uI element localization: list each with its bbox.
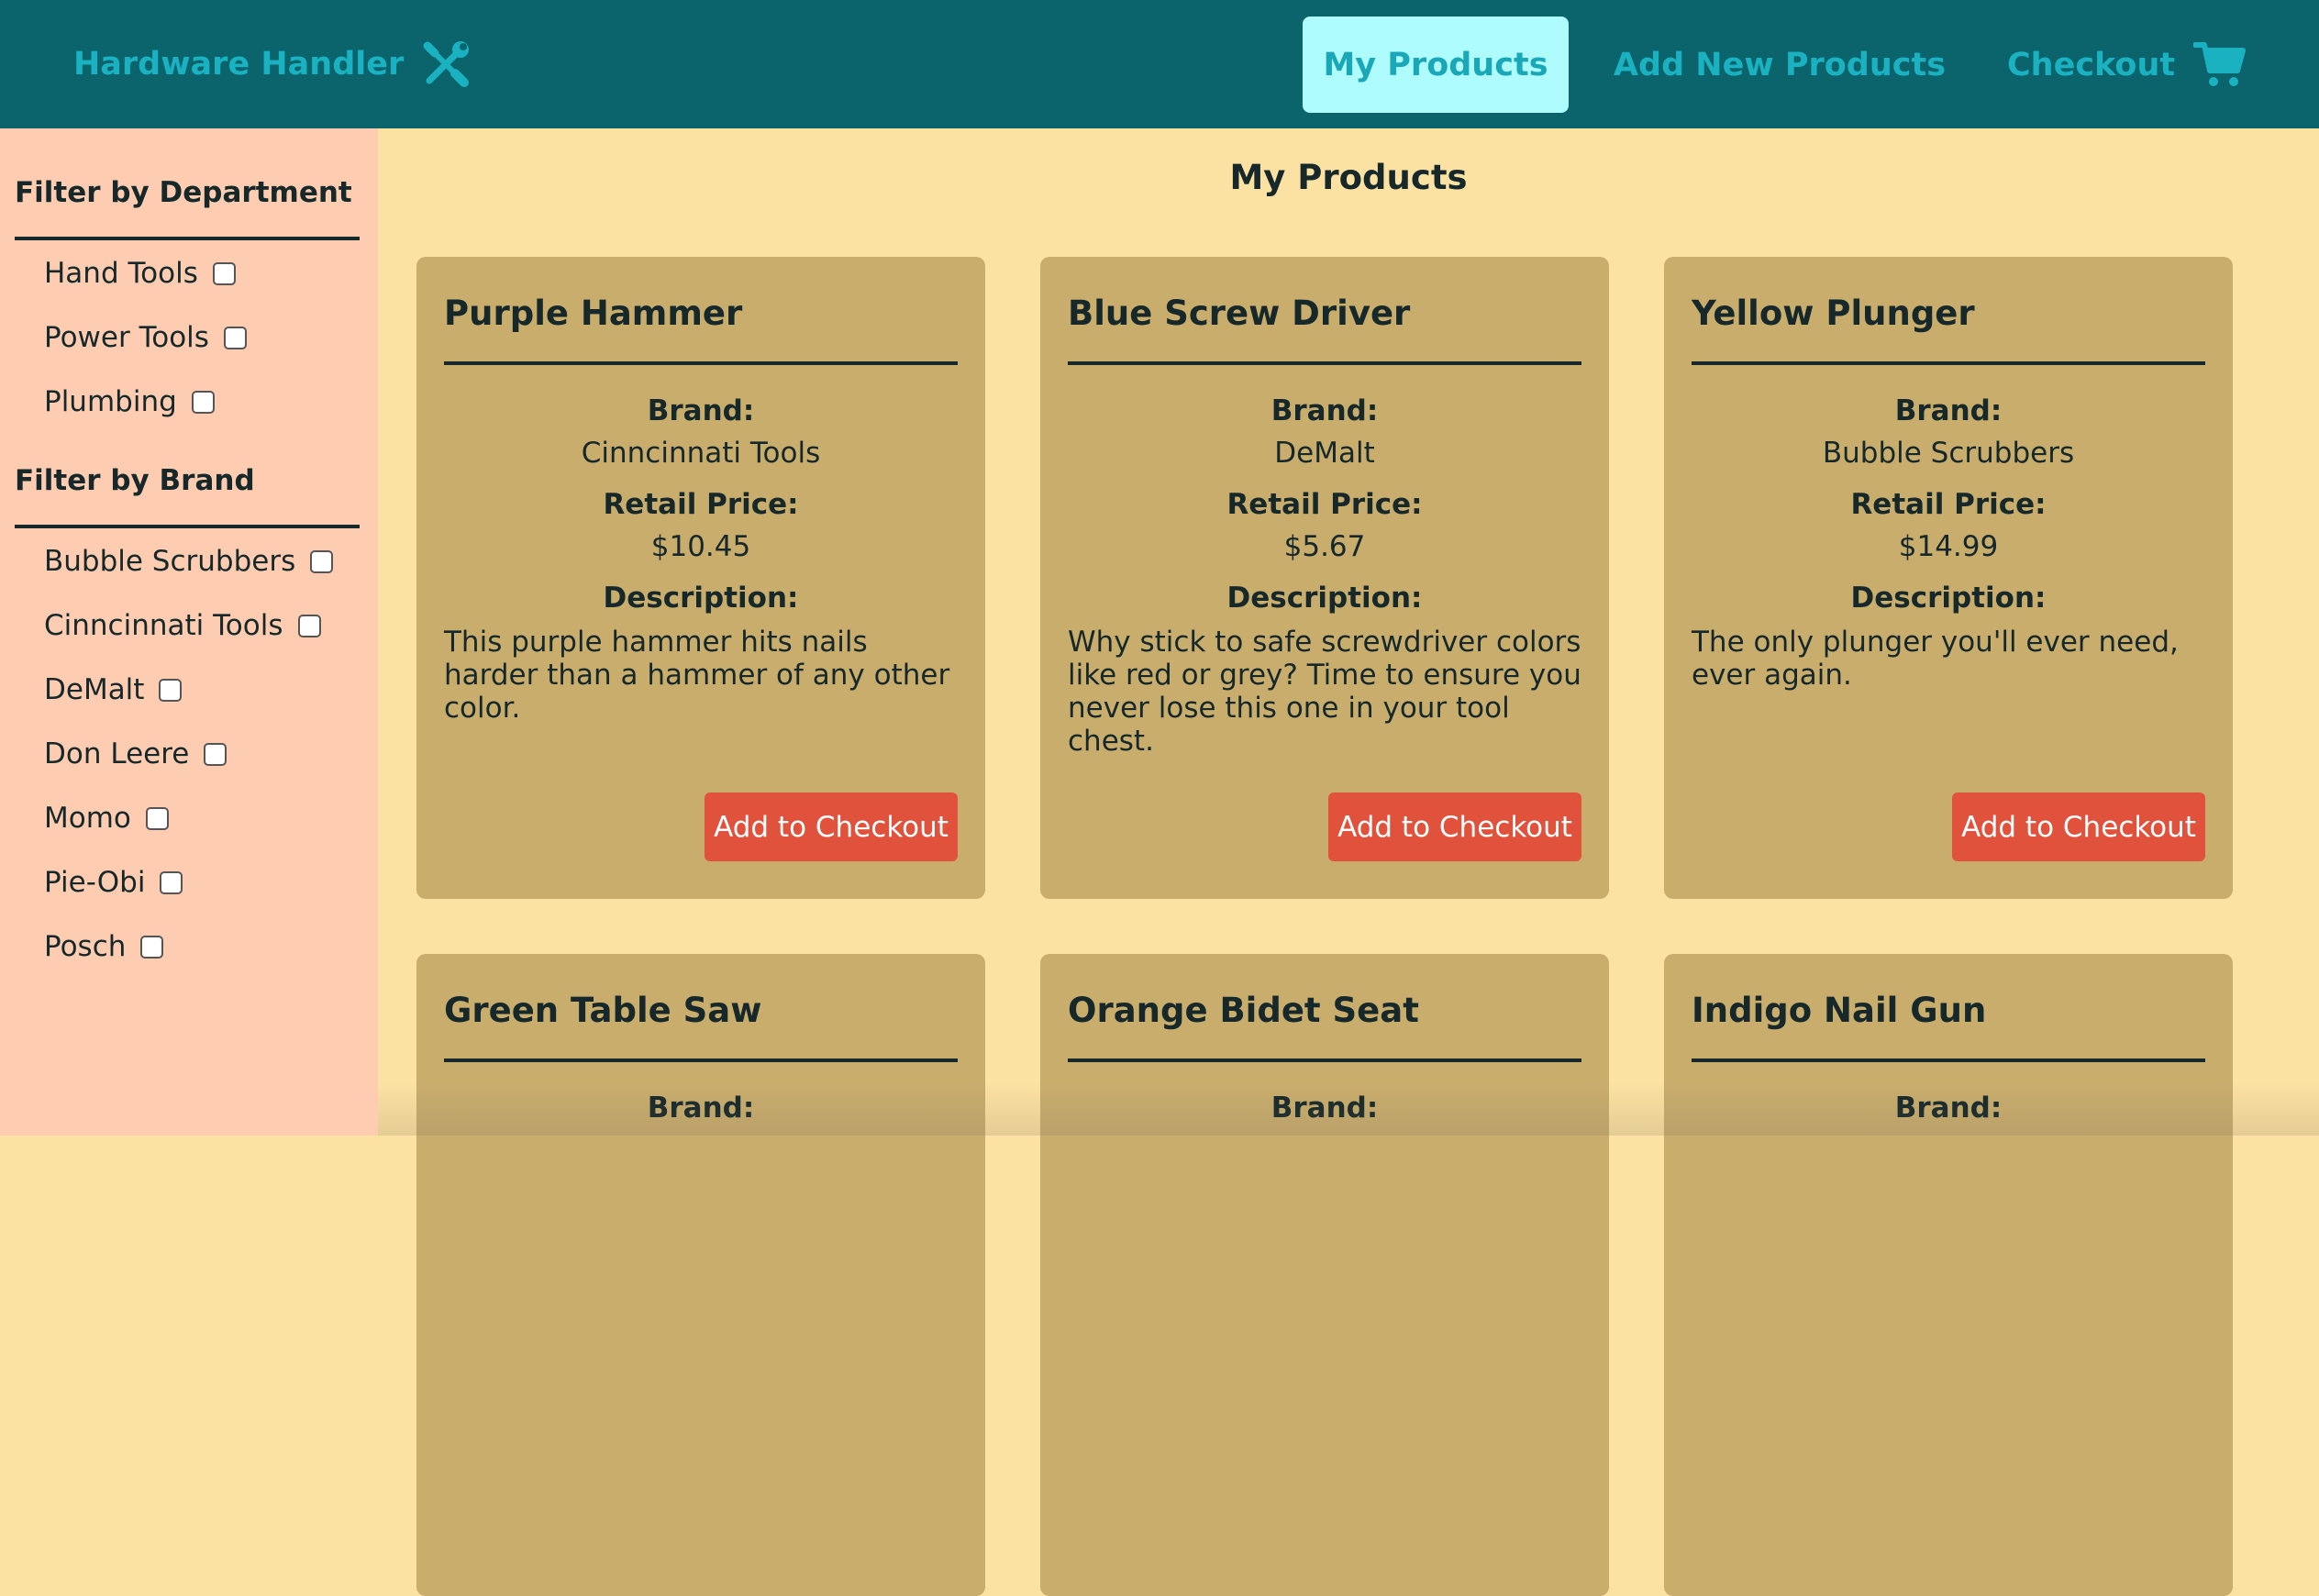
filter-brand-momo[interactable]: Momo (44, 802, 169, 835)
product-divider (1068, 361, 1581, 365)
brand-checkbox[interactable] (297, 614, 321, 637)
nav-checkout[interactable]: Checkout (2007, 17, 2264, 113)
filter-sidebar: Filter by Department Hand Tools Power To… (0, 128, 378, 1136)
filter-brand-demalt[interactable]: DeMalt (44, 673, 183, 706)
filter-label: Plumbing (44, 385, 177, 418)
description-label: Description: (603, 582, 799, 615)
filter-department-power-tools[interactable]: Power Tools (44, 321, 247, 354)
product-brand: Bubble Scrubbers (1822, 437, 2075, 470)
brand-checkbox[interactable] (140, 935, 164, 959)
app-brand[interactable]: Hardware Handler (73, 0, 472, 128)
price-label: Retail Price: (603, 488, 799, 521)
product-name: Yellow Plunger (1692, 294, 1975, 333)
product-name: Purple Hammer (444, 294, 743, 333)
product-divider (1692, 1058, 2205, 1062)
brand-filter-divider (15, 525, 360, 528)
department-checkbox[interactable] (212, 261, 236, 285)
product-card: Blue Screw Driver Brand: DeMalt Retail P… (1040, 257, 1609, 899)
add-to-checkout-button[interactable]: Add to Checkout (1328, 792, 1581, 861)
brand-label: Brand: (1270, 394, 1379, 427)
product-name: Blue Screw Driver (1068, 294, 1411, 333)
filter-label: Pie-Obi (44, 866, 146, 899)
brand-label: Brand: (1894, 394, 2003, 427)
nav-checkout-label: Checkout (2007, 46, 2176, 83)
product-price: $10.45 (650, 530, 751, 563)
brand-checkbox[interactable] (204, 742, 227, 766)
price-label: Retail Price: (1226, 488, 1423, 521)
product-divider (444, 361, 958, 365)
filter-label: Cinncinnati Tools (44, 609, 283, 642)
product-price: $14.99 (1898, 530, 1999, 563)
filter-brand-don-leere[interactable]: Don Leere (44, 737, 227, 770)
product-description: Why stick to safe screwdriver colors lik… (1068, 626, 1581, 758)
brand-checkbox[interactable] (160, 870, 183, 894)
product-card: Orange Bidet Seat Brand: (1040, 954, 1609, 1596)
product-brand: Cinncinnati Tools (581, 437, 821, 470)
filter-label: Bubble Scrubbers (44, 545, 296, 578)
description-label: Description: (1226, 582, 1423, 615)
department-filter-divider (15, 237, 360, 240)
product-description: This purple hammer hits nails harder tha… (444, 626, 950, 725)
product-card: Indigo Nail Gun Brand: (1664, 954, 2233, 1596)
filter-department-hand-tools[interactable]: Hand Tools (44, 257, 236, 290)
department-checkbox[interactable] (191, 390, 215, 414)
product-card: Purple Hammer Brand: Cinncinnati Tools R… (416, 257, 985, 899)
filter-brand-pie-obi[interactable]: Pie-Obi (44, 866, 183, 899)
department-checkbox[interactable] (223, 326, 247, 349)
product-card: Green Table Saw Brand: (416, 954, 985, 1596)
product-brand: DeMalt (1274, 437, 1375, 470)
top-navigation-bar: Hardware Handler My Products Add New Pro… (0, 0, 2319, 128)
filter-label: Hand Tools (44, 257, 198, 290)
filter-label: Power Tools (44, 321, 209, 354)
wrench-screwdriver-icon (423, 41, 470, 87)
nav-add-new-products-label: Add New Products (1613, 46, 1947, 83)
brand-checkbox[interactable] (159, 678, 183, 702)
product-price: $5.67 (1283, 530, 1366, 563)
filter-label: Don Leere (44, 737, 190, 770)
nav-my-products[interactable]: My Products (1303, 17, 1569, 113)
filter-brand-cinncinnati-tools[interactable]: Cinncinnati Tools (44, 609, 321, 642)
product-divider (444, 1058, 958, 1062)
product-divider (1068, 1058, 1581, 1062)
nav-my-products-label: My Products (1323, 46, 1548, 83)
brand-checkbox[interactable] (145, 806, 169, 830)
filter-label: Momo (44, 802, 131, 835)
product-description: The only plunger you'll ever need, ever … (1692, 626, 2179, 692)
filter-brand-bubble-scrubbers[interactable]: Bubble Scrubbers (44, 545, 334, 578)
page-title: My Products (1229, 158, 1468, 197)
brand-checkbox[interactable] (310, 549, 334, 573)
brand-label: Brand: (647, 1092, 755, 1125)
brand-label: Brand: (1270, 1092, 1379, 1125)
brand-filter-title: Filter by Brand (15, 464, 255, 497)
filter-label: Posch (44, 930, 127, 963)
brand-label: Brand: (1894, 1092, 2003, 1125)
product-divider (1692, 361, 2205, 365)
filter-department-plumbing[interactable]: Plumbing (44, 385, 215, 418)
description-label: Description: (1850, 582, 2047, 615)
cart-icon (2193, 41, 2247, 86)
add-to-checkout-button[interactable]: Add to Checkout (1952, 792, 2205, 861)
product-card: Yellow Plunger Brand: Bubble Scrubbers R… (1664, 257, 2233, 899)
nav-add-new-products[interactable]: Add New Products (1614, 17, 1946, 113)
product-name: Orange Bidet Seat (1068, 991, 1419, 1030)
brand-label: Brand: (647, 394, 755, 427)
app-name: Hardware Handler (73, 46, 405, 83)
filter-brand-posch[interactable]: Posch (44, 930, 164, 963)
department-filter-title: Filter by Department (15, 176, 352, 209)
filter-label: DeMalt (44, 673, 145, 706)
product-name: Indigo Nail Gun (1692, 991, 1987, 1030)
product-name: Green Table Saw (444, 991, 762, 1030)
price-label: Retail Price: (1850, 488, 2047, 521)
add-to-checkout-button[interactable]: Add to Checkout (705, 792, 958, 861)
